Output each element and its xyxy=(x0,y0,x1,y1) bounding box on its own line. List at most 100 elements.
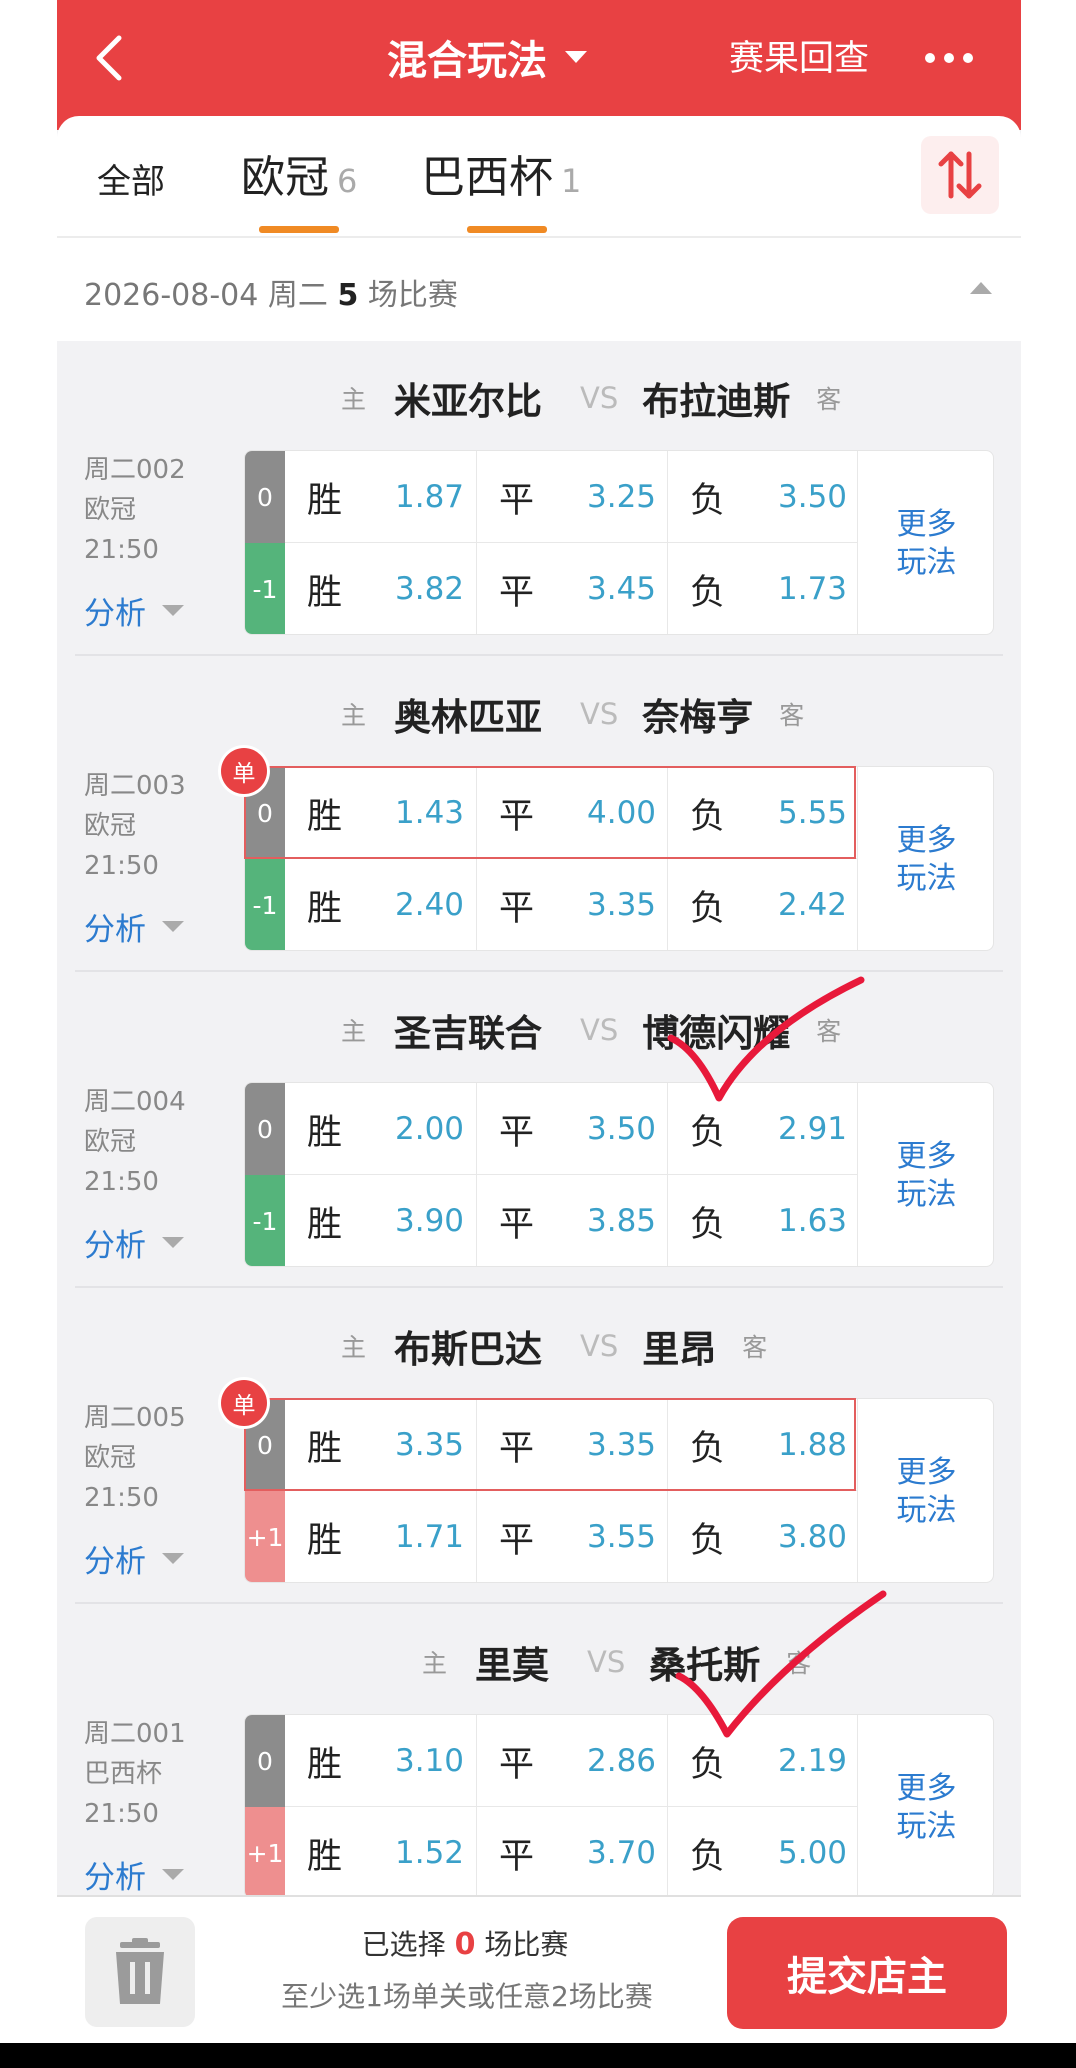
handicap-label: +1 xyxy=(245,1807,285,1898)
handicap-label: -1 xyxy=(245,1175,285,1266)
match-card: 主布斯巴达 VS 里昂客周二005 欧冠 21:50 分析 0 胜 3.35 平 3.35 负 1.88… xyxy=(57,1288,1021,1604)
match-code: 周二004 xyxy=(84,1087,186,1117)
more-plays-button[interactable]: 更多 玩法 xyxy=(857,767,993,950)
analysis-label: 分析 xyxy=(84,1544,146,1580)
collapse-caret-icon[interactable] xyxy=(970,282,992,294)
match-info: 周二001 巴西杯 21:50 xyxy=(84,1714,186,1834)
side-margin-left xyxy=(0,0,57,2068)
home-team: 里莫 xyxy=(475,1644,550,1687)
odds-cell-win[interactable]: 胜 2.00 xyxy=(285,1083,476,1175)
odds-cell-win[interactable]: 胜 1.71 xyxy=(285,1491,476,1582)
match-card: 主奥林匹亚 VS 奈梅亨客周二003 欧冠 21:50 分析 0 胜 1.43 平 4.00 负 5.5… xyxy=(57,656,1021,972)
handicap-label: 0 xyxy=(245,1715,285,1807)
odds-row: -1 胜 3.82 平 3.45 负 1.73 xyxy=(245,543,858,634)
odds-grid: 0 胜 1.43 平 4.00 负 5.55 -1 胜 2.40 平 3.35 负 2.42 更多 玩法 xyxy=(244,766,994,951)
filter-tab-champions-league[interactable]: 欧冠 6 xyxy=(241,138,357,218)
away-team: 布拉迪斯 xyxy=(642,380,791,423)
play-mode-selector[interactable]: 混合玩法 xyxy=(387,22,587,92)
chevron-down-icon xyxy=(162,1237,184,1248)
home-team: 圣吉联合 xyxy=(394,1012,543,1055)
away-team: 博德闪耀 xyxy=(642,1012,791,1055)
away-marker: 客 xyxy=(816,385,842,414)
app-screen: 混合玩法 赛果回查 全部 欧冠 6 巴西杯 1 2026-08-04 周二 5 … xyxy=(57,0,1021,2043)
more-plays-button[interactable]: 更多 玩法 xyxy=(857,451,993,634)
league-filter-bar: 全部 欧冠 6 巴西杯 1 xyxy=(57,116,1021,236)
odds-cell-draw[interactable]: 平 3.35 xyxy=(476,1399,667,1491)
submit-to-shop-button[interactable]: 提交店主 xyxy=(727,1917,1007,2029)
odds-cell-draw[interactable]: 平 2.86 xyxy=(476,1715,667,1807)
analysis-toggle[interactable]: 分析 xyxy=(84,1852,184,1897)
away-marker: 客 xyxy=(779,701,805,730)
home-marker: 主 xyxy=(341,1017,367,1046)
odds-cell-win[interactable]: 胜 3.10 xyxy=(285,1715,476,1807)
match-time: 21:50 xyxy=(84,1799,159,1829)
odds-cell-win[interactable]: 胜 3.82 xyxy=(285,543,476,634)
match-info: 周二004 欧冠 21:50 xyxy=(84,1082,186,1202)
odds-cell-lose[interactable]: 负 1.88 xyxy=(667,1399,858,1491)
more-dots-icon[interactable] xyxy=(925,40,985,76)
sort-button[interactable] xyxy=(921,136,999,214)
top-bar: 混合玩法 赛果回查 xyxy=(57,0,1021,130)
sort-icon xyxy=(938,151,982,199)
odds-cell-lose[interactable]: 负 5.55 xyxy=(667,767,858,859)
match-card: 主圣吉联合 VS 博德闪耀客周二004 欧冠 21:50 分析 0 胜 2.00 平 3.50 负 2.… xyxy=(57,972,1021,1288)
odds-cell-lose[interactable]: 负 3.80 xyxy=(667,1491,858,1582)
odds-cell-draw[interactable]: 平 3.35 xyxy=(476,859,667,950)
date-group-header[interactable]: 2026-08-04 周二 5 场比赛 xyxy=(57,236,1021,341)
clear-selection-button[interactable] xyxy=(85,1917,195,2027)
odds-cell-draw[interactable]: 平 3.45 xyxy=(476,543,667,634)
odds-cell-draw[interactable]: 平 3.50 xyxy=(476,1083,667,1175)
match-league: 巴西杯 xyxy=(84,1759,163,1789)
odds-cell-lose[interactable]: 负 1.63 xyxy=(667,1175,858,1266)
analysis-toggle[interactable]: 分析 xyxy=(84,1220,184,1265)
analysis-toggle[interactable]: 分析 xyxy=(84,588,184,633)
odds-cell-draw[interactable]: 平 3.25 xyxy=(476,451,667,543)
home-team: 奥林匹亚 xyxy=(394,696,543,739)
odds-cell-win[interactable]: 胜 1.87 xyxy=(285,451,476,543)
match-time: 21:50 xyxy=(84,851,159,881)
away-team: 奈梅亨 xyxy=(642,696,754,739)
match-info: 周二003 欧冠 21:50 xyxy=(84,766,186,886)
away-marker: 客 xyxy=(816,1017,842,1046)
odds-cell-win[interactable]: 胜 3.35 xyxy=(285,1399,476,1491)
odds-row: 0 胜 2.00 平 3.50 负 2.91 xyxy=(245,1083,857,1175)
odds-cell-lose[interactable]: 负 5.00 xyxy=(667,1807,858,1898)
odds-cell-lose[interactable]: 负 3.50 xyxy=(667,451,858,543)
analysis-toggle[interactable]: 分析 xyxy=(84,904,184,949)
odds-cell-draw[interactable]: 平 3.85 xyxy=(476,1175,667,1266)
handicap-label: 0 xyxy=(245,451,285,543)
odds-cell-lose[interactable]: 负 2.42 xyxy=(667,859,858,950)
match-league: 欧冠 xyxy=(84,1127,137,1157)
odds-cell-win[interactable]: 胜 2.40 xyxy=(285,859,476,950)
vs-label: VS xyxy=(580,1013,619,1047)
match-code: 周二003 xyxy=(84,771,186,801)
selection-summary: 已选择 0 场比赛 xyxy=(361,1927,569,1962)
odds-cell-draw[interactable]: 平 3.55 xyxy=(476,1491,667,1582)
match-teams: 主奥林匹亚 VS 奈梅亨客 xyxy=(341,684,804,744)
filter-tab-brazil-cup[interactable]: 巴西杯 1 xyxy=(421,138,581,218)
results-lookup-link[interactable]: 赛果回查 xyxy=(729,30,869,81)
home-marker: 主 xyxy=(341,1333,367,1362)
odds-cell-win[interactable]: 胜 1.52 xyxy=(285,1807,476,1898)
odds-cell-lose[interactable]: 负 2.91 xyxy=(667,1083,858,1175)
odds-cell-win[interactable]: 胜 3.90 xyxy=(285,1175,476,1266)
more-plays-button[interactable]: 更多 玩法 xyxy=(857,1715,993,1898)
odds-cell-lose[interactable]: 负 2.19 xyxy=(667,1715,858,1807)
odds-cell-win[interactable]: 胜 1.43 xyxy=(285,767,476,859)
odds-cell-draw[interactable]: 平 3.70 xyxy=(476,1807,667,1898)
odds-cell-draw[interactable]: 平 4.00 xyxy=(476,767,667,859)
odds-grid: 0 胜 2.00 平 3.50 负 2.91 -1 胜 3.90 平 3.85 负 1.63 更多 玩法 xyxy=(244,1082,994,1267)
match-teams: 主圣吉联合 VS 博德闪耀客 xyxy=(341,1000,841,1060)
match-info: 周二002 欧冠 21:50 xyxy=(84,450,186,570)
odds-cell-lose[interactable]: 负 1.73 xyxy=(667,543,858,634)
filter-tab-all[interactable]: 全部 xyxy=(97,142,165,222)
more-plays-button[interactable]: 更多 玩法 xyxy=(857,1399,993,1582)
odds-row: -1 胜 3.90 平 3.85 负 1.63 xyxy=(245,1175,858,1266)
more-plays-button[interactable]: 更多 玩法 xyxy=(857,1083,993,1266)
side-margin-right xyxy=(1021,0,1076,2068)
match-info: 周二005 欧冠 21:50 xyxy=(84,1398,186,1518)
analysis-toggle[interactable]: 分析 xyxy=(84,1536,184,1581)
back-button[interactable] xyxy=(85,30,135,86)
analysis-label: 分析 xyxy=(84,596,146,632)
away-team: 里昂 xyxy=(642,1328,717,1371)
